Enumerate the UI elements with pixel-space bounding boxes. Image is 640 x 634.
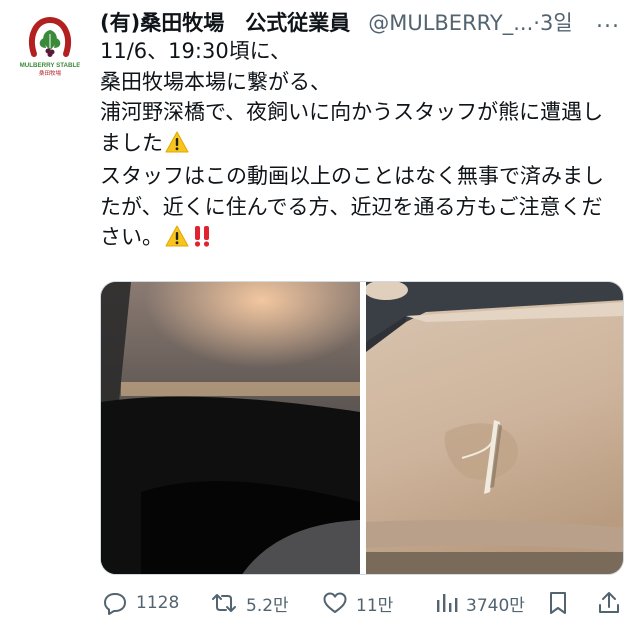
like-button[interactable]: 11만 (322, 588, 393, 618)
repost-count: 5.2만 (246, 595, 289, 616)
double-exclamation-icon (191, 225, 213, 256)
separator-dot: · (533, 11, 540, 35)
tweet-line: 11/6、19:30頃に、 (100, 39, 292, 63)
user-handle[interactable]: @MULBERRY_... (368, 11, 533, 35)
warning-emoji-icon (165, 131, 189, 162)
views-button[interactable]: 3740만 (434, 588, 525, 618)
repost-icon (212, 594, 236, 612)
share-button[interactable] (596, 588, 622, 618)
reply-count: 1128 (136, 593, 180, 613)
like-count: 11만 (356, 595, 394, 616)
more-icon: ... (596, 8, 620, 33)
bookmark-button[interactable] (546, 588, 570, 618)
logo-bottom-text: 桑田牧場 (39, 69, 62, 77)
mulberry-stable-logo: MULBERRY STABLE 桑田牧場 (14, 10, 86, 82)
warning-emoji-icon (165, 225, 189, 256)
tweet-line: 浦河野深橋で、夜飼いに向かうスタッフが熊に遭遇しました (100, 97, 620, 161)
more-options-button[interactable]: ... (596, 6, 620, 36)
repost-button[interactable]: 5.2만 (210, 588, 289, 618)
tweet[interactable]: MULBERRY STABLE 桑田牧場 (有)桑田牧場 公式従業員 @MULBE… (0, 0, 640, 634)
tweet-text: 11/6、19:30頃に、 桑田牧場本場に繋がる、 浦河野深橋で、夜飼いに向かう… (100, 36, 620, 256)
reply-icon (104, 593, 126, 615)
action-bar: 1128 5.2만 11만 3740만 (100, 588, 630, 618)
timestamp[interactable]: 3일 (540, 11, 573, 35)
dented-car-hood-photo[interactable] (366, 282, 623, 574)
media-gallery[interactable] (100, 281, 624, 575)
views-chart-icon (437, 594, 458, 612)
display-name[interactable]: (有)桑田牧場 公式従業員 (100, 11, 350, 35)
bookmark-icon (550, 592, 566, 614)
share-icon (599, 592, 619, 613)
tweet-line: スタッフはこの動画以上のことはなく無事で済みましたが、近くに住んでる方、近辺を通… (100, 161, 620, 256)
reply-button[interactable]: 1128 (102, 588, 179, 618)
logo-top-text: MULBERRY STABLE (20, 62, 81, 69)
dashcam-night-photo[interactable] (101, 282, 360, 574)
avatar[interactable]: MULBERRY STABLE 桑田牧場 (14, 10, 86, 82)
tweet-line: 桑田牧場本場に繋がる、 (100, 69, 331, 94)
heart-icon (323, 592, 347, 613)
view-count: 3740만 (466, 595, 525, 616)
